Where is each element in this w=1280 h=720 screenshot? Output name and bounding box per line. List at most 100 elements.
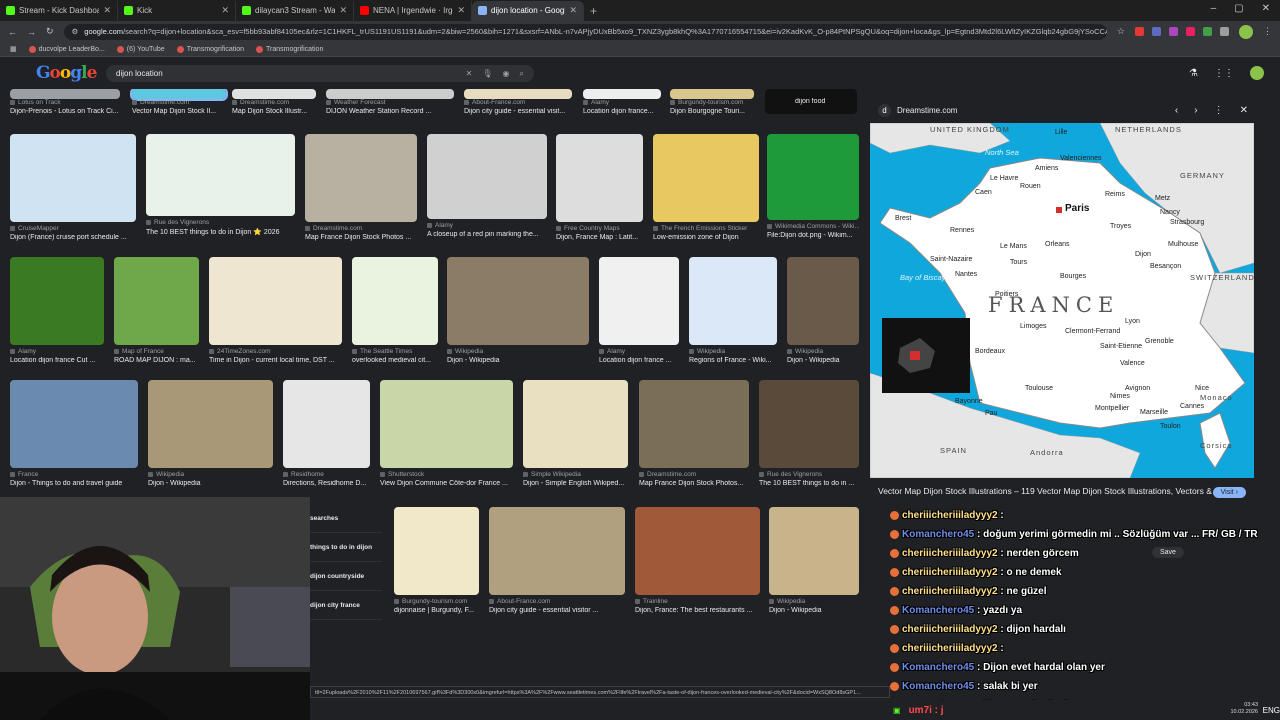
result-thumbnail[interactable]: [635, 507, 760, 595]
extension-icon[interactable]: [1152, 27, 1161, 36]
related-item[interactable]: dijon countryside: [304, 562, 382, 591]
visit-button[interactable]: Visit ›: [1212, 487, 1246, 498]
kick-icon[interactable]: ▣: [893, 706, 901, 715]
image-result[interactable]: Wikipedia Regions of France - Wiki...: [689, 257, 777, 381]
result-thumbnail[interactable]: [767, 134, 859, 220]
clock[interactable]: 03:43 10.02.2026: [1230, 702, 1258, 716]
result-title[interactable]: Dijon city guide - essential visitor ...: [489, 607, 625, 614]
image-result[interactable]: Wikipedia Dijon - Wikipedia: [148, 380, 273, 504]
result-source[interactable]: Wikipedia: [689, 348, 777, 355]
result-source[interactable]: Dreamstime.com: [232, 99, 316, 106]
preview-map-image[interactable]: UNITED KINGDOM NETHERLANDS GERMANY SWITZERL…: [870, 123, 1254, 478]
search-box[interactable]: dijon location ✕ 🎙 ◉ ⌕: [106, 65, 534, 82]
result-thumbnail[interactable]: [394, 507, 479, 595]
browser-tab[interactable]: Kick ✕: [118, 0, 236, 21]
chat-username[interactable]: cheriiicheriiiladyyy2: [902, 586, 998, 597]
result-thumbnail[interactable]: [148, 380, 273, 468]
image-result[interactable]: Rue des Vignerons The 10 BEST things to d…: [759, 380, 859, 504]
result-title[interactable]: Dijon - Wikipedia: [447, 357, 589, 364]
result-title[interactable]: Dijon - Wikipedia: [769, 607, 859, 614]
language-indicator[interactable]: ENG: [1263, 706, 1280, 715]
result-source[interactable]: Alamy: [583, 99, 661, 106]
result-title[interactable]: The 10 BEST things to do in Dijon ⭐ 2026: [146, 228, 295, 236]
previous-icon[interactable]: ‹: [1175, 105, 1178, 116]
image-result[interactable]: Wikipedia Dijon - Wikipedia: [447, 257, 589, 381]
microphone-icon[interactable]: 🎙: [482, 69, 492, 78]
image-result[interactable]: Rue des Vignerons The 10 BEST things to d…: [146, 134, 295, 252]
result-thumbnail[interactable]: [130, 89, 228, 101]
close-icon[interactable]: ✕: [1240, 105, 1248, 116]
result-thumbnail[interactable]: [689, 257, 777, 345]
result-thumbnail[interactable]: [787, 257, 859, 345]
chat-username[interactable]: cheriiicheriiiladyyy2: [902, 548, 998, 559]
chat-username[interactable]: Komanchero45: [902, 662, 974, 673]
result-thumbnail[interactable]: [583, 89, 661, 99]
result-source[interactable]: Alamy: [427, 222, 547, 229]
image-result[interactable]: Residhome Directions, Residhome D...: [283, 380, 370, 504]
result-title[interactable]: Dijon - Things to do and travel guide: [10, 480, 138, 487]
result-source[interactable]: Wikipedia: [787, 348, 859, 355]
result-title[interactable]: dijon food: [795, 98, 866, 105]
result-thumbnail[interactable]: [380, 380, 513, 468]
result-thumbnail[interactable]: [146, 134, 295, 216]
extension-icon[interactable]: [1186, 27, 1195, 36]
image-result[interactable]: Burgundy-tourism.com Dijon Bourgogne Tour…: [670, 89, 754, 135]
lens-icon[interactable]: ◉: [503, 69, 510, 78]
profile-avatar[interactable]: [1239, 24, 1253, 39]
result-source[interactable]: Lotus on Track: [10, 99, 120, 106]
search-input[interactable]: dijon location: [116, 69, 456, 78]
next-icon[interactable]: ›: [1194, 105, 1197, 116]
bookmark-item[interactable]: Transmogrification: [256, 45, 323, 53]
image-result[interactable]: France Dijon - Things to do and travel gu…: [10, 380, 138, 504]
image-result[interactable]: Dreamstime.com Map France Dijon Stock Pho…: [305, 134, 417, 258]
window-close-icon[interactable]: ✕: [1262, 3, 1270, 14]
browser-tab[interactable]: dijon location - Google Search ✕: [472, 0, 584, 21]
image-result[interactable]: Trainline Dijon, France: The best restaur…: [635, 507, 760, 631]
panel-title[interactable]: Vector Map Dijon Stock Illustrations – 1…: [878, 486, 1239, 496]
image-result[interactable]: The Seattle Times overlooked medieval cit…: [352, 257, 438, 381]
result-source[interactable]: The Seattle Times: [352, 348, 438, 355]
image-result[interactable]: Burgundy-tourism.com dijonnaise | Burgund…: [394, 507, 479, 631]
labs-icon[interactable]: ⚗: [1189, 68, 1198, 79]
close-tab-icon[interactable]: ✕: [339, 5, 347, 16]
menu-icon[interactable]: ⋮: [1263, 26, 1272, 37]
image-result[interactable]: Dreamstime.com Map France Dijon Stock Pho…: [639, 380, 749, 504]
result-thumbnail[interactable]: [10, 89, 120, 99]
result-title[interactable]: Map France Dijon Stock Photos...: [639, 480, 749, 487]
result-thumbnail[interactable]: [447, 257, 589, 345]
result-title[interactable]: A closeup of a red pin marking the...: [427, 231, 547, 238]
result-source[interactable]: Simple Wikipedia: [523, 471, 628, 478]
image-result[interactable]: 24TimeZones.com Time in Dijon - current l…: [209, 257, 342, 381]
result-thumbnail[interactable]: [523, 380, 628, 468]
chat-username[interactable]: Komanchero45: [902, 605, 974, 616]
image-result[interactable]: Lotus on Track Dijon-Prenois - Lotus on T…: [10, 89, 120, 135]
back-icon[interactable]: ←: [8, 27, 17, 37]
bookmark-star-icon[interactable]: ☆: [1117, 26, 1125, 37]
extension-icon[interactable]: [1135, 27, 1144, 36]
result-title[interactable]: File:Dijon dot.png - Wikim...: [767, 232, 859, 239]
save-button[interactable]: Save: [1152, 547, 1184, 558]
reload-icon[interactable]: ↻: [46, 26, 54, 37]
maximize-icon[interactable]: ▢: [1234, 3, 1243, 14]
result-source[interactable]: 24TimeZones.com: [209, 348, 342, 355]
chat-username[interactable]: cheriiicheriiiladyyy2: [902, 624, 998, 635]
result-thumbnail[interactable]: [464, 89, 572, 99]
result-source[interactable]: Rue des Vignerons: [146, 219, 295, 226]
result-title[interactable]: Location dijon france ...: [599, 357, 679, 364]
result-title[interactable]: View Dijon Commune Côte-dor France ...: [380, 480, 513, 487]
close-tab-icon[interactable]: ✕: [457, 5, 465, 16]
result-thumbnail[interactable]: [670, 89, 754, 99]
browser-tab[interactable]: NENA | Irgendwie · Irgendw ✕: [354, 0, 472, 21]
result-source[interactable]: Wikipedia: [447, 348, 589, 355]
result-source[interactable]: Wikimedia Commons - Wiki...: [767, 223, 859, 230]
result-source[interactable]: Alamy: [599, 348, 679, 355]
result-thumbnail[interactable]: [114, 257, 199, 345]
chat-username[interactable]: cheriiicheriiiladyyy2: [902, 643, 998, 654]
result-source[interactable]: Residhome: [283, 471, 370, 478]
address-bar[interactable]: ⚙ google.com/search?q=dijon+location&sca…: [63, 23, 1107, 40]
image-result[interactable]: Dreamstime.com Map Dijon Stock Illustr...: [232, 89, 316, 135]
related-item[interactable]: things to do in dijon: [304, 533, 382, 562]
result-thumbnail[interactable]: [599, 257, 679, 345]
result-title[interactable]: The 10 BEST things to do in ...: [759, 480, 859, 487]
extension-icon[interactable]: [1169, 27, 1178, 36]
